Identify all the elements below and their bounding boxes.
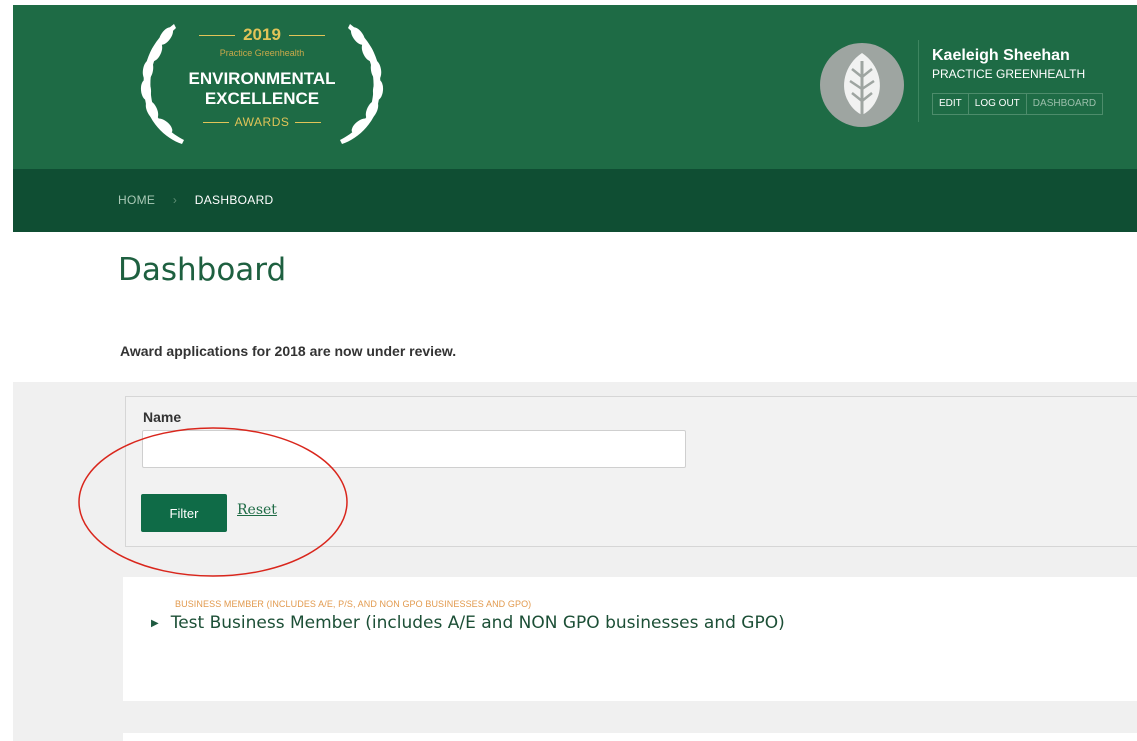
review-notice: Award applications for 2018 are now unde… — [120, 343, 457, 359]
result-card-next — [123, 733, 1137, 741]
awards-logo[interactable]: 2019 Practice Greenhealth ENVIRONMENTAL … — [130, 20, 394, 150]
filter-panel — [125, 396, 1137, 547]
result-row[interactable]: ▶ Test Business Member (includes A/E and… — [151, 613, 785, 633]
breadcrumb: HOME › DASHBOARD — [118, 193, 274, 207]
caret-right-icon[interactable]: ▶ — [151, 618, 159, 629]
result-title[interactable]: Test Business Member (includes A/E and N… — [171, 613, 785, 633]
page-title: Dashboard — [118, 252, 287, 288]
user-divider — [918, 40, 919, 122]
logo-title-line1: ENVIRONMENTAL — [188, 69, 336, 88]
logout-link[interactable]: LOG OUT — [969, 94, 1027, 114]
result-card: BUSINESS MEMBER (INCLUDES A/E, P/S, AND … — [123, 577, 1137, 701]
logo-year: 2019 — [130, 25, 394, 45]
breadcrumb-home[interactable]: HOME — [118, 193, 155, 207]
user-name: Kaeleigh Sheehan — [932, 47, 1070, 64]
reset-link[interactable]: Reset — [237, 502, 277, 518]
result-category: BUSINESS MEMBER (INCLUDES A/E, P/S, AND … — [175, 599, 532, 609]
breadcrumb-bar: HOME › DASHBOARD — [13, 169, 1137, 232]
filter-button[interactable]: Filter — [141, 494, 227, 532]
logo-organization: Practice Greenhealth — [219, 48, 305, 58]
dashboard-link[interactable]: DASHBOARD — [1027, 94, 1102, 114]
user-avatar[interactable] — [820, 43, 904, 127]
leaf-avatar-icon — [844, 53, 880, 123]
breadcrumb-separator-icon: › — [172, 193, 178, 207]
logo-awards: AWARDS — [130, 115, 394, 129]
user-organization: PRACTICE GREENHEALTH — [932, 67, 1086, 81]
name-label: Name — [143, 409, 182, 425]
user-links: EDIT LOG OUT DASHBOARD — [932, 93, 1104, 115]
edit-link[interactable]: EDIT — [933, 94, 969, 114]
name-input[interactable] — [142, 430, 686, 468]
logo-title-line2: EXCELLENCE — [204, 89, 320, 108]
breadcrumb-current: DASHBOARD — [194, 193, 274, 207]
